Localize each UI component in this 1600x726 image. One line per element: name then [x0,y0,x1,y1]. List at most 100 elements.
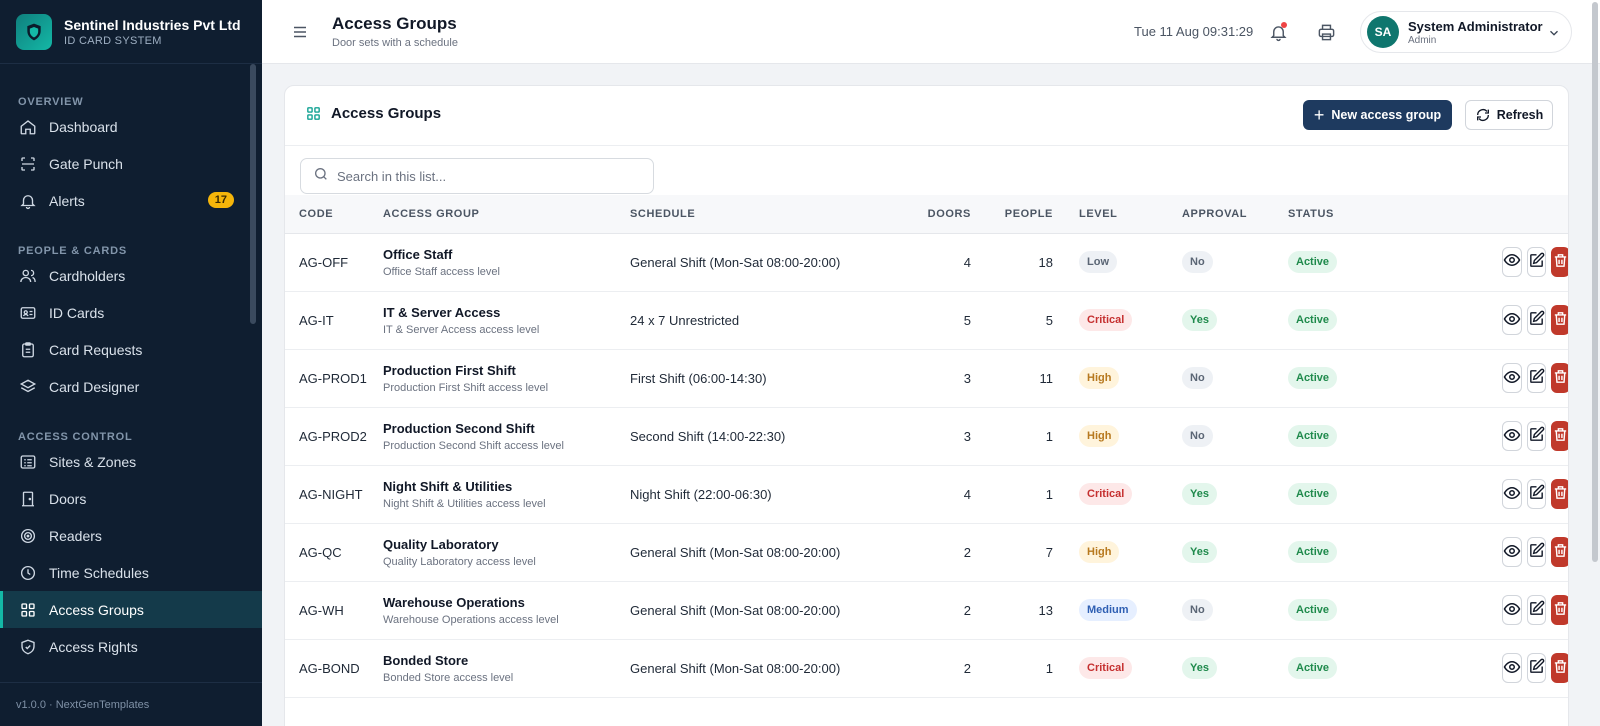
view-button[interactable] [1502,537,1522,567]
eye-icon [1503,658,1521,679]
brand-subtitle: ID CARD SYSTEM [64,34,162,47]
nav-section-title: PEOPLE & CARDS [18,245,127,257]
view-button[interactable] [1502,421,1522,451]
edit-button[interactable] [1527,305,1546,335]
view-button[interactable] [1502,595,1522,625]
table-row[interactable]: AG-OFF Office Staff Office Staff access … [285,233,1568,291]
cell-schedule: Second Shift (14:00-22:30) [630,428,786,444]
group-name: Warehouse Operations [383,594,525,610]
delete-button[interactable] [1551,246,1568,277]
target-icon [18,526,38,546]
table-row[interactable]: AG-NIGHT Night Shift & Utilities Night S… [285,465,1568,523]
approval-badge: No [1182,599,1213,621]
column-header-level[interactable]: LEVEL [1079,195,1182,234]
delete-button[interactable] [1551,479,1568,509]
group-name: IT & Server Access [383,304,501,320]
view-button[interactable] [1502,653,1522,683]
user-menu[interactable]: SA System Administrator Admin [1360,11,1572,53]
sidebar-item-cardholders[interactable]: Cardholders [0,257,262,294]
view-button[interactable] [1502,479,1522,509]
table-header-row: CODE ACCESS GROUP SCHEDULE DOORS PEOPLE … [285,195,1568,234]
table-row[interactable]: AG-BOND Bonded Store Bonded Store access… [285,639,1568,697]
menu-toggle-icon[interactable] [288,20,312,44]
sidebar-item-id-cards[interactable]: ID Cards [0,294,262,331]
page-scrollbar[interactable] [1592,2,1598,562]
delete-button[interactable] [1551,363,1568,393]
sidebar-item-readers[interactable]: Readers [0,517,262,554]
notifications-bell-icon[interactable] [1266,20,1290,44]
sidebar-scrollbar[interactable] [250,64,256,324]
sidebar-item-access-rights[interactable]: Access Rights [0,628,262,665]
cell-schedule: Night Shift (22:00-06:30) [630,486,772,502]
sidebar-item-sites-zones[interactable]: Sites & Zones [0,443,262,480]
group-description: Warehouse Operations access level [383,613,559,626]
new-access-group-button[interactable]: + New access group [1303,100,1452,130]
cell-code: AG-WH [299,602,344,618]
sidebar: Sentinel Industries Pvt Ltd ID CARD SYST… [0,0,262,726]
cell-people: 5 [1045,312,1053,328]
status-badge: Active [1288,483,1338,505]
sidebar-item-alerts[interactable]: Alerts 17 [0,182,262,219]
table-row[interactable]: AG-WH Warehouse Operations Warehouse Ope… [285,581,1568,639]
level-badge: High [1079,425,1120,447]
trash-icon [1552,658,1568,678]
column-header-doors[interactable]: DOORS [866,195,971,234]
column-header-approval[interactable]: APPROVAL [1182,195,1288,234]
edit-button[interactable] [1527,537,1546,567]
view-button[interactable] [1502,246,1522,277]
edit-icon [1528,542,1545,562]
delete-button[interactable] [1551,421,1568,451]
trash-icon [1552,310,1568,330]
cell-access-group: IT & Server Access IT & Server Access ac… [383,291,630,349]
delete-button[interactable] [1551,305,1568,335]
grid-icon [18,600,38,620]
sidebar-item-card-requests[interactable]: Card Requests [0,331,262,368]
view-button[interactable] [1502,363,1522,393]
users-icon [18,266,38,286]
delete-button[interactable] [1551,537,1568,567]
sidebar-item-gate-punch[interactable]: Gate Punch [0,145,262,182]
sidebar-item-doors[interactable]: Doors [0,480,262,517]
brand: Sentinel Industries Pvt Ltd ID CARD SYST… [0,0,262,64]
delete-button[interactable] [1551,653,1568,683]
sidebar-item-dashboard[interactable]: Dashboard [0,108,262,145]
edit-button[interactable] [1527,421,1546,451]
door-icon [18,489,38,509]
printer-icon[interactable] [1314,20,1338,44]
table-row[interactable]: AG-IT IT & Server Access IT & Server Acc… [285,291,1568,349]
nav-section-title: ACCESS CONTROL [18,431,133,443]
sidebar-item-access-groups[interactable]: Access Groups [0,591,262,628]
cell-access-group: Bonded Store Bonded Store access level [383,639,630,697]
page-title: Access Groups [332,14,457,33]
table-row[interactable]: AG-PROD2 Production Second Shift Product… [285,407,1568,465]
table-row[interactable]: AG-PROD1 Production First Shift Producti… [285,349,1568,407]
edit-button[interactable] [1527,246,1546,277]
column-header-people[interactable]: PEOPLE [971,195,1053,234]
column-header-code[interactable]: CODE [285,195,383,234]
column-header-access-group[interactable]: ACCESS GROUP [383,195,630,234]
column-header-status[interactable]: STATUS [1288,195,1568,234]
cell-people: 7 [1045,544,1053,560]
edit-button[interactable] [1527,653,1546,683]
column-header-schedule[interactable]: SCHEDULE [630,195,866,234]
approval-badge: Yes [1182,483,1217,505]
cell-doors: 2 [963,660,971,676]
level-badge: Critical [1079,483,1133,505]
trash-icon [1552,368,1568,388]
sidebar-item-time-schedules[interactable]: Time Schedules [0,554,262,591]
cell-doors: 4 [963,254,971,270]
layers-icon [18,377,38,397]
level-badge: High [1079,367,1120,389]
view-button[interactable] [1502,305,1522,335]
refresh-button[interactable]: Refresh [1465,100,1553,130]
edit-button[interactable] [1527,479,1546,509]
edit-button[interactable] [1527,595,1546,625]
eye-icon [1503,600,1521,621]
search-input[interactable] [337,168,637,184]
sidebar-item-label: Time Schedules [49,564,149,581]
sidebar-item-card-designer[interactable]: Card Designer [0,368,262,405]
cell-access-group: Production First Shift Production First … [383,349,630,407]
edit-button[interactable] [1527,363,1546,393]
table-row[interactable]: AG-QC Quality Laboratory Quality Laborat… [285,523,1568,581]
delete-button[interactable] [1551,595,1568,625]
